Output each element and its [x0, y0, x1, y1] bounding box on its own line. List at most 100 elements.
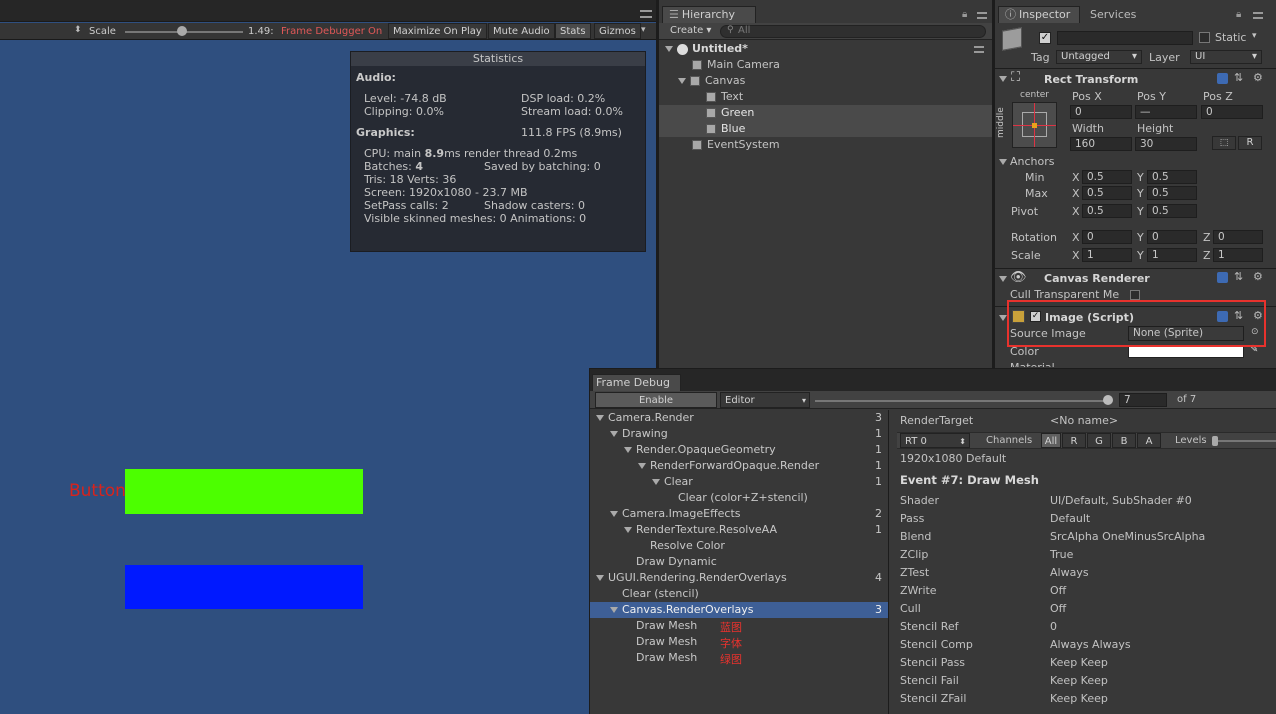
- anchors-expand-icon[interactable]: [999, 159, 1007, 165]
- hierarchy-lock-icon[interactable]: 🔒︎: [962, 9, 967, 20]
- mute-audio-button[interactable]: Mute Audio: [488, 23, 555, 39]
- expand-arrow-icon[interactable]: [638, 463, 646, 469]
- scale-z-field[interactable]: 1: [1213, 248, 1263, 262]
- hierarchy-item-text[interactable]: Text: [706, 89, 743, 105]
- help-icon[interactable]: [1217, 272, 1228, 283]
- event-tree-row[interactable]: Draw Mesh 字体: [590, 634, 888, 650]
- scene-expand-icon[interactable]: [665, 46, 673, 52]
- scale-x-field[interactable]: 1: [1082, 248, 1132, 262]
- pos-x-field[interactable]: 0: [1070, 105, 1132, 119]
- blueprint-mode-button[interactable]: ⬚: [1212, 136, 1236, 150]
- static-dropdown-arrow[interactable]: ▾: [1252, 31, 1257, 41]
- anchor-preset-button[interactable]: [1012, 102, 1057, 148]
- enable-button[interactable]: Enable: [595, 392, 717, 408]
- canvas-renderer-expand-icon[interactable]: [999, 276, 1007, 282]
- hierarchy-item-blue[interactable]: Blue: [706, 121, 745, 137]
- pos-y-field[interactable]: —: [1135, 105, 1197, 119]
- game-tab-menu-icon[interactable]: [640, 10, 652, 18]
- hierarchy-item-main-camera[interactable]: Main Camera: [692, 57, 780, 73]
- expand-arrow-icon[interactable]: [596, 415, 604, 421]
- maximize-on-play-button[interactable]: Maximize On Play: [388, 23, 487, 39]
- inspector-tab[interactable]: ⓘ Inspector: [998, 6, 1080, 23]
- event-tree-row[interactable]: Clear 1: [590, 474, 888, 490]
- channel-b-button[interactable]: B: [1112, 433, 1136, 448]
- rotation-z-field[interactable]: 0: [1213, 230, 1263, 244]
- expand-arrow-icon[interactable]: [624, 447, 632, 453]
- image-expand-icon[interactable]: [999, 315, 1007, 321]
- expand-arrow-icon[interactable]: [652, 479, 660, 485]
- frame-debug-tab[interactable]: Frame Debug: [592, 374, 681, 391]
- editor-dropdown[interactable]: Editor ▾: [720, 392, 810, 408]
- channel-all-button[interactable]: All: [1041, 433, 1061, 448]
- display-dropdown-arrow[interactable]: ⬍: [74, 25, 82, 35]
- anchor-max-x-field[interactable]: 0.5: [1082, 186, 1132, 200]
- rect-transform-expand-icon[interactable]: [999, 76, 1007, 82]
- hierarchy-item-eventsystem[interactable]: EventSystem: [692, 137, 780, 153]
- event-tree-row[interactable]: Clear (stencil): [590, 586, 888, 602]
- event-tree-row-selected[interactable]: Canvas.RenderOverlays 3: [590, 602, 888, 618]
- event-tree-row[interactable]: RenderForwardOpaque.Render 1: [590, 458, 888, 474]
- scale-slider-thumb[interactable]: [177, 26, 187, 36]
- pos-z-field[interactable]: 0: [1201, 105, 1263, 119]
- pivot-x-field[interactable]: 0.5: [1082, 204, 1132, 218]
- gear-icon[interactable]: ⚙: [1253, 270, 1263, 283]
- event-tree-row[interactable]: Render.OpaqueGeometry 1: [590, 442, 888, 458]
- event-tree-row[interactable]: Drawing 1: [590, 426, 888, 442]
- anchor-min-x-field[interactable]: 0.5: [1082, 170, 1132, 184]
- event-tree-row[interactable]: RenderTexture.ResolveAA 1: [590, 522, 888, 538]
- gizmos-button[interactable]: Gizmos: [594, 23, 641, 39]
- help-icon[interactable]: [1217, 73, 1228, 84]
- event-tree-row[interactable]: Camera.ImageEffects 2: [590, 506, 888, 522]
- levels-slider-track[interactable]: [1214, 440, 1276, 442]
- preset-icon[interactable]: ⇅: [1234, 270, 1243, 283]
- stats-button[interactable]: Stats: [555, 23, 591, 39]
- levels-slider-thumb[interactable]: [1212, 436, 1218, 446]
- channel-g-button[interactable]: G: [1087, 433, 1111, 448]
- raw-edit-button[interactable]: R: [1238, 136, 1262, 150]
- expand-arrow-icon[interactable]: [610, 511, 618, 517]
- inspector-menu-icon[interactable]: [1253, 12, 1263, 19]
- gizmos-dropdown-arrow[interactable]: ▾: [641, 25, 646, 35]
- event-tree-row[interactable]: UGUI.Rendering.RenderOverlays 4: [590, 570, 888, 586]
- event-slider-track[interactable]: [815, 400, 1109, 402]
- cull-transparent-checkbox[interactable]: [1130, 290, 1140, 300]
- expand-arrow-icon[interactable]: [610, 607, 618, 613]
- event-tree-row[interactable]: Camera.Render 3: [590, 410, 888, 426]
- scene-menu-icon[interactable]: [974, 46, 984, 53]
- static-checkbox[interactable]: [1199, 32, 1210, 43]
- hierarchy-item-canvas[interactable]: Canvas: [678, 73, 745, 89]
- event-slider-thumb[interactable]: [1103, 395, 1113, 405]
- object-name-field[interactable]: [1057, 31, 1193, 45]
- hierarchy-scene-row[interactable]: Untitled*: [659, 41, 992, 57]
- event-tree-row[interactable]: Resolve Color: [590, 538, 888, 554]
- anchor-max-y-field[interactable]: 0.5: [1147, 186, 1197, 200]
- anchor-min-y-field[interactable]: 0.5: [1147, 170, 1197, 184]
- layer-dropdown[interactable]: UI ▾: [1190, 50, 1262, 64]
- expand-arrow-icon[interactable]: [596, 575, 604, 581]
- height-field[interactable]: 30: [1135, 137, 1197, 151]
- preset-icon[interactable]: ⇅: [1234, 71, 1243, 84]
- scale-y-field[interactable]: 1: [1147, 248, 1197, 262]
- event-tree-row[interactable]: Draw Mesh 蓝图: [590, 618, 888, 634]
- event-tree-row[interactable]: Clear (color+Z+stencil): [590, 490, 888, 506]
- services-tab[interactable]: Services: [1090, 8, 1136, 21]
- active-checkbox[interactable]: ✓: [1039, 32, 1051, 44]
- expand-arrow-icon[interactable]: [624, 527, 632, 533]
- pivot-y-field[interactable]: 0.5: [1147, 204, 1197, 218]
- rt-dropdown[interactable]: RT 0 ⬍: [900, 433, 970, 448]
- event-index-field[interactable]: 7: [1119, 393, 1167, 407]
- expand-arrow-icon[interactable]: [610, 431, 618, 437]
- tag-dropdown[interactable]: Untagged ▾: [1056, 50, 1142, 64]
- hierarchy-tab[interactable]: ☰ Hierarchy: [662, 6, 756, 23]
- rotation-x-field[interactable]: 0: [1082, 230, 1132, 244]
- channel-r-button[interactable]: R: [1062, 433, 1086, 448]
- canvas-expand-icon[interactable]: [678, 78, 686, 84]
- rotation-y-field[interactable]: 0: [1147, 230, 1197, 244]
- hierarchy-menu-icon[interactable]: [977, 12, 987, 19]
- hierarchy-search-input[interactable]: ⚲ All: [720, 25, 986, 38]
- hierarchy-item-green[interactable]: Green: [706, 105, 754, 121]
- create-dropdown[interactable]: Create ▾: [670, 25, 711, 36]
- channel-a-button[interactable]: A: [1137, 433, 1161, 448]
- gear-icon[interactable]: ⚙: [1253, 71, 1263, 84]
- width-field[interactable]: 160: [1070, 137, 1132, 151]
